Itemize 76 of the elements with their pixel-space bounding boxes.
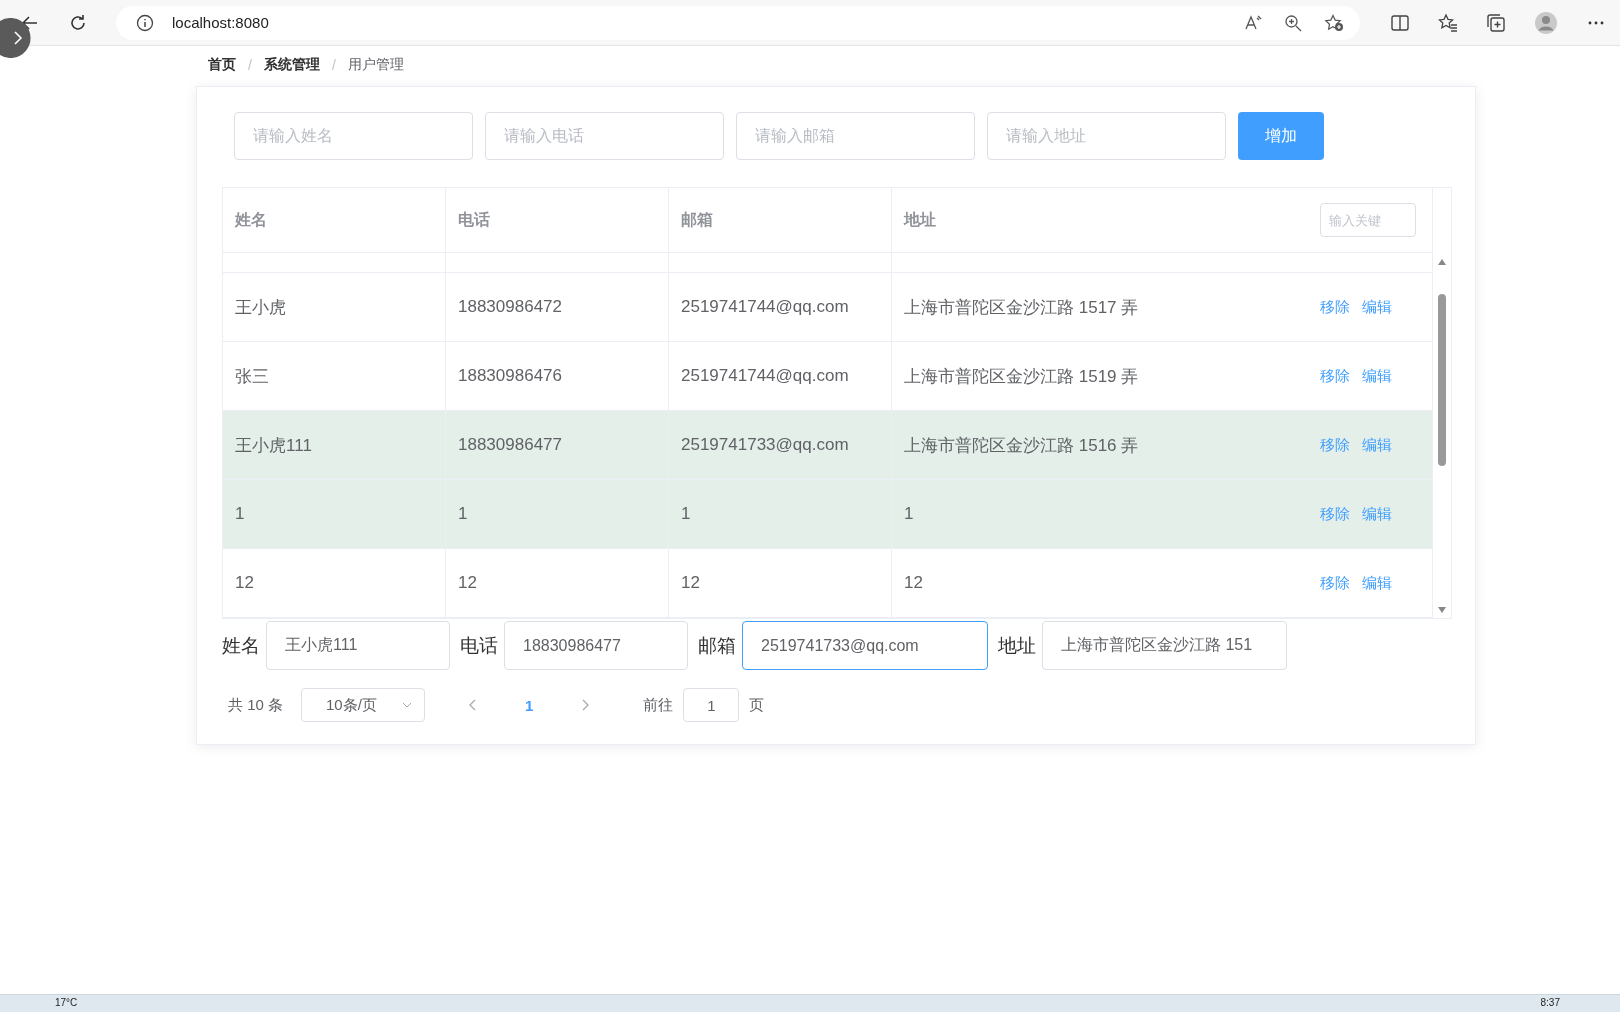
scrollbar-thumb[interactable] [1438, 294, 1446, 466]
table-cell-text: 上海市普陀区金沙江路 1516 弄 [904, 434, 1139, 457]
page-suffix: 页 [749, 695, 765, 715]
table-cell-text: 王小虎 [235, 296, 286, 319]
column-header: 邮箱 [669, 188, 892, 252]
favorite-add-icon[interactable] [1324, 13, 1344, 32]
table-cell: 18830986472 [458, 297, 562, 317]
split-screen-icon[interactable] [1390, 12, 1410, 33]
table-cell: 1 [458, 504, 468, 524]
input-field[interactable]: 请输入电话 [485, 112, 724, 160]
profile-avatar-icon[interactable] [1534, 10, 1558, 35]
remove-link[interactable]: 移除 [1320, 435, 1350, 455]
input-field[interactable]: 请输入姓名 [234, 112, 473, 160]
field-label: 姓名 [222, 633, 260, 658]
input-field[interactable]: 请输入邮箱 [736, 112, 975, 160]
field-label: 地址 [998, 633, 1036, 658]
breadcrumb-item[interactable]: 系统管理 [263, 56, 320, 74]
table-cell-text: 上海市普陀区金沙江路 1519 弄 [904, 365, 1139, 388]
favorites-icon[interactable] [1438, 12, 1458, 33]
breadcrumb-item: 用户管理 [347, 56, 404, 74]
table-cell: 12 [681, 573, 700, 593]
total-count: 共 10 条 [228, 695, 284, 715]
scroll-down-icon[interactable] [1437, 606, 1447, 614]
remove-link[interactable]: 移除 [1320, 366, 1350, 386]
table-cell: 12 [904, 573, 923, 593]
read-aloud-icon[interactable] [1244, 13, 1262, 32]
table-cell: 1 [681, 504, 691, 524]
edit-link[interactable]: 编辑 [1362, 297, 1392, 317]
input-field[interactable]: 18830986477 [504, 621, 688, 670]
table-cell-text: 张三 [235, 365, 269, 388]
input-field[interactable]: 请输入地址 [987, 112, 1226, 160]
column-header: 地址 [902, 209, 937, 230]
weather-text: 17°C [55, 997, 78, 1009]
edit-link[interactable]: 编辑 [1362, 366, 1392, 386]
remove-link[interactable]: 移除 [1320, 297, 1350, 317]
remove-link[interactable]: 移除 [1320, 573, 1350, 593]
breadcrumb-item[interactable]: 首页 [208, 56, 236, 74]
breadcrumb-separator: / [248, 57, 252, 73]
page-number[interactable]: 1 [525, 696, 534, 714]
table-cell: 18830986477 [458, 435, 562, 455]
table-cell: 2519741733@qq.com [681, 435, 849, 455]
add-button[interactable]: 增加 [1238, 112, 1324, 160]
input-field[interactable]: 2519741733@qq.com [742, 621, 988, 670]
table-cell: 1 [904, 504, 914, 524]
breadcrumb-separator: / [331, 57, 336, 73]
edit-link[interactable]: 编辑 [1362, 435, 1392, 455]
table-cell: 12 [458, 573, 477, 593]
table-cell: 2519741744@qq.com [681, 366, 849, 386]
refresh-icon[interactable] [68, 12, 88, 33]
goto-label: 前往 [643, 695, 674, 715]
field-label: 电话 [460, 633, 498, 658]
table-cell: 1 [235, 504, 245, 524]
collections-icon[interactable] [1486, 12, 1506, 33]
input-field[interactable]: 王小虎111 [266, 621, 450, 670]
input-field[interactable]: 上海市普陀区金沙江路 151 [1042, 621, 1287, 670]
table-cell: 12 [235, 573, 254, 593]
edit-link[interactable]: 编辑 [1362, 573, 1392, 593]
keyword-search-field[interactable]: 输入关键 [1320, 203, 1416, 237]
page-size-select[interactable]: 10条/页 [301, 688, 426, 722]
table-cell-text: 上海市普陀区金沙江路 1517 弄 [904, 296, 1139, 319]
page-jump-field[interactable]: 1 [683, 688, 740, 722]
table-cell: 2519741744@qq.com [681, 297, 849, 317]
column-header: 姓名 [223, 188, 446, 252]
clock-text: 8:37 [1540, 997, 1560, 1009]
address-bar[interactable]: localhost:8080 [116, 5, 1360, 40]
zoom-icon[interactable] [1284, 13, 1302, 32]
remove-link[interactable]: 移除 [1320, 504, 1350, 524]
info-icon[interactable] [136, 13, 154, 32]
column-header: 电话 [446, 188, 669, 252]
field-label: 邮箱 [698, 633, 736, 658]
chevron-down-icon [402, 702, 413, 708]
table-cell-text: 王小虎111 [235, 434, 312, 457]
edit-link[interactable]: 编辑 [1362, 504, 1392, 524]
url-text: localhost:8080 [172, 14, 270, 31]
scroll-up-icon[interactable] [1437, 258, 1447, 266]
table-cell: 18830986476 [458, 366, 562, 386]
